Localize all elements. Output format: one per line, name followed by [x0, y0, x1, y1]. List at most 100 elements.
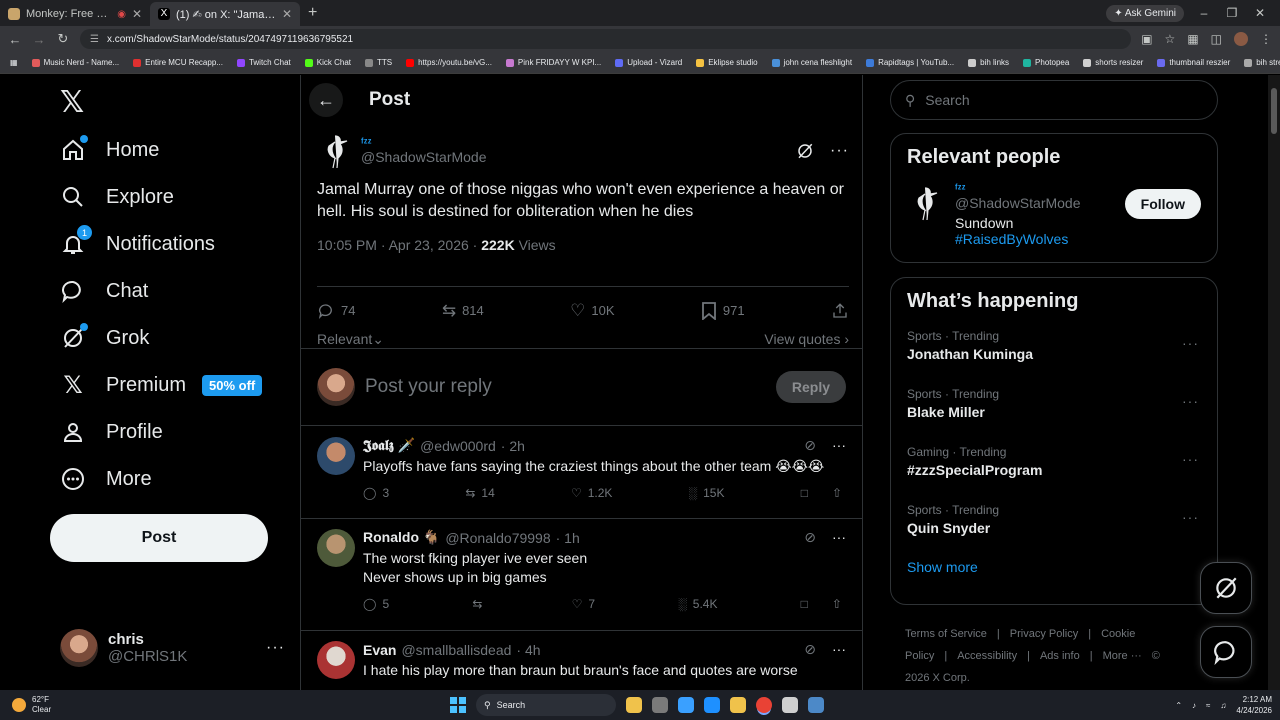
reply-item[interactable]: Evan @smallballisdead · 4h ⊘ ··· I hate h… — [301, 631, 862, 690]
nav-grok[interactable]: Grok — [60, 323, 149, 351]
grok-icon[interactable]: ⊘ — [804, 437, 816, 454]
bookmark-item[interactable]: Pink FRIDAYY W KPI... — [505, 58, 601, 67]
reply-author-name[interactable]: Evan — [363, 642, 396, 658]
bookmark-item[interactable]: Photopea — [1023, 58, 1069, 67]
scrollbar-thumb[interactable] — [1271, 88, 1277, 134]
reply-more-icon[interactable]: ··· — [832, 437, 846, 454]
repost-button[interactable]: ⇆ — [472, 597, 488, 611]
reply-button[interactable]: ◯ 3 — [363, 486, 389, 500]
reply-time[interactable]: · 2h — [501, 438, 525, 454]
trend-item[interactable]: Sports · Trending Jonathan Kuminga ··· — [891, 321, 1217, 379]
follow-button[interactable]: Follow — [1124, 189, 1201, 219]
nav-notifications[interactable]: 1 Notifications — [60, 225, 215, 257]
x-logo-icon[interactable]: 𝕏 — [60, 85, 84, 120]
taskbar-app-icon[interactable] — [782, 697, 798, 713]
bookmark-item[interactable]: thumbnail reszier — [1157, 58, 1230, 67]
bookmark-item[interactable]: bih streams — [1244, 58, 1280, 67]
taskbar-app-icon[interactable] — [730, 697, 746, 713]
site-info-icon[interactable]: ☰ — [90, 34, 99, 45]
grok-icon[interactable] — [796, 142, 814, 160]
reply-time[interactable]: · 4h — [516, 642, 540, 658]
repost-button[interactable]: ⇆ 14 — [465, 486, 494, 500]
bookmark-button[interactable]: □ ⇧ — [801, 486, 842, 500]
account-menu-icon[interactable]: ··· — [266, 639, 285, 657]
nav-more[interactable]: More — [60, 466, 152, 492]
bookmark-item[interactable]: TTS — [364, 58, 392, 67]
bookmark-item[interactable]: https://youtu.be/vG... — [406, 58, 492, 67]
search-input[interactable]: ⚲ Search — [890, 80, 1218, 120]
bookmark-item[interactable]: Upload - Vizard — [615, 58, 682, 67]
extensions-icon[interactable]: ▦ — [1187, 32, 1198, 46]
reply-item[interactable]: 𝕵𝖔𝖆𝖑𝖟 🗡️ @edw000rd · 2h ⊘ ··· Playoffs ha… — [301, 427, 862, 519]
trend-more-icon[interactable]: ··· — [1182, 451, 1199, 467]
browser-tab-monkey[interactable]: Monkey: Free Live Video Ch ◉ ✕ — [0, 2, 150, 26]
reply-author-handle[interactable]: @smallballisdead — [401, 642, 511, 658]
browser-profile-avatar[interactable] — [1234, 32, 1248, 46]
trend-item[interactable]: Gaming · Trending #zzzSpecialProgram ··· — [891, 437, 1217, 495]
reply-more-icon[interactable]: ··· — [832, 641, 846, 658]
trend-item[interactable]: Sports · Trending Quin Snyder ··· — [891, 495, 1217, 553]
show-more-link[interactable]: Show more — [891, 553, 1217, 589]
windows-start-icon[interactable] — [450, 697, 466, 713]
bookmark-item[interactable]: Entire MCU Recapp... — [133, 58, 223, 67]
restore-icon[interactable]: ❐ — [1224, 6, 1240, 20]
new-tab-button[interactable]: + — [300, 4, 325, 26]
nav-profile[interactable]: Profile — [60, 419, 163, 445]
avatar[interactable] — [317, 437, 355, 475]
wifi-icon[interactable]: ≈ — [1206, 701, 1210, 710]
taskbar-app-icon[interactable] — [678, 697, 694, 713]
forward-arrow-icon[interactable]: → — [32, 32, 46, 47]
like-button[interactable]: ♡ 7 — [572, 597, 595, 611]
reply-button[interactable]: 74 — [317, 302, 355, 320]
page-scrollbar[interactable] — [1268, 75, 1280, 690]
reply-input[interactable]: Post your reply — [365, 376, 766, 398]
weather-widget[interactable]: 62°F Clear — [0, 695, 51, 715]
reply-item[interactable]: Ronaldo 🐐 @Ronaldo79998 · 1h ⊘ ··· The wo… — [301, 519, 862, 631]
bookmark-item[interactable]: john cena fleshlight — [771, 58, 852, 67]
back-button[interactable]: ← — [309, 83, 343, 117]
close-tab-icon[interactable]: ✕ — [132, 7, 142, 21]
share-button[interactable] — [831, 302, 849, 320]
footer-link[interactable]: Accessibility — [957, 650, 1017, 662]
share-icon[interactable]: ⇧ — [832, 486, 842, 500]
install-app-icon[interactable]: ▣ — [1141, 32, 1152, 46]
taskbar-app-icon[interactable] — [704, 697, 720, 713]
account-switcher[interactable]: chris @CHRlS1K ··· — [60, 629, 285, 667]
reply-author-name[interactable]: Ronaldo 🐐 — [363, 529, 440, 546]
minimize-icon[interactable]: – — [1196, 6, 1212, 20]
bookmark-item[interactable]: Twitch Chat — [236, 58, 291, 67]
relevant-person[interactable]: ᶠᶻᶻ @ShadowStarMode Sundown #RaisedByWol… — [891, 169, 1217, 261]
avatar[interactable] — [317, 641, 355, 679]
bookmark-item[interactable]: shorts resizer — [1083, 58, 1143, 67]
bookmark-item[interactable]: Music Nerd - Name... — [31, 58, 119, 67]
like-button[interactable]: ♡ 10K — [570, 301, 614, 321]
bookmark-item[interactable]: bih links — [968, 58, 1009, 67]
volume-icon[interactable]: ♫ — [1220, 701, 1226, 710]
reply-more-icon[interactable]: ··· — [832, 529, 846, 546]
tray-chevron-icon[interactable]: ⌃ — [1175, 701, 1182, 710]
bookmark-button[interactable]: □ ⇧ — [801, 597, 842, 611]
reply-submit-button[interactable]: Reply — [775, 371, 846, 403]
trend-item[interactable]: Sports · Trending Blake Miller ··· — [891, 379, 1217, 437]
nav-home[interactable]: Home — [60, 135, 159, 163]
close-tab-icon[interactable]: ✕ — [282, 7, 292, 21]
reply-button[interactable]: ◯ 5 — [363, 597, 389, 611]
nav-explore[interactable]: Explore — [60, 184, 174, 210]
share-icon[interactable]: ⇧ — [832, 597, 842, 611]
post-button[interactable]: Post — [50, 514, 268, 562]
close-window-icon[interactable]: ✕ — [1252, 6, 1268, 20]
url-bar[interactable]: ☰ x.com/ShadowStarMode/status/2047497119… — [80, 29, 1132, 49]
bookmark-item[interactable]: Kick Chat — [304, 58, 351, 67]
reply-author-name[interactable]: 𝕵𝖔𝖆𝖑𝖟 🗡️ — [363, 437, 415, 454]
grok-icon[interactable]: ⊘ — [804, 529, 816, 546]
footer-link[interactable]: More ··· — [1103, 650, 1142, 662]
grok-icon[interactable]: ⊘ — [804, 641, 816, 658]
footer-link[interactable]: Terms of Service — [905, 628, 987, 640]
reload-icon[interactable]: ↻ — [56, 31, 70, 47]
reply-time[interactable]: · 1h — [556, 530, 580, 546]
views-button[interactable]: ░ 15K — [689, 486, 725, 500]
back-arrow-icon[interactable]: ← — [8, 32, 22, 47]
footer-link[interactable]: Privacy Policy — [1010, 628, 1078, 640]
post-timestamp[interactable]: 10:05 PM · Apr 23, 2026 · — [317, 237, 481, 253]
footer-link[interactable]: Ads info — [1040, 650, 1080, 662]
